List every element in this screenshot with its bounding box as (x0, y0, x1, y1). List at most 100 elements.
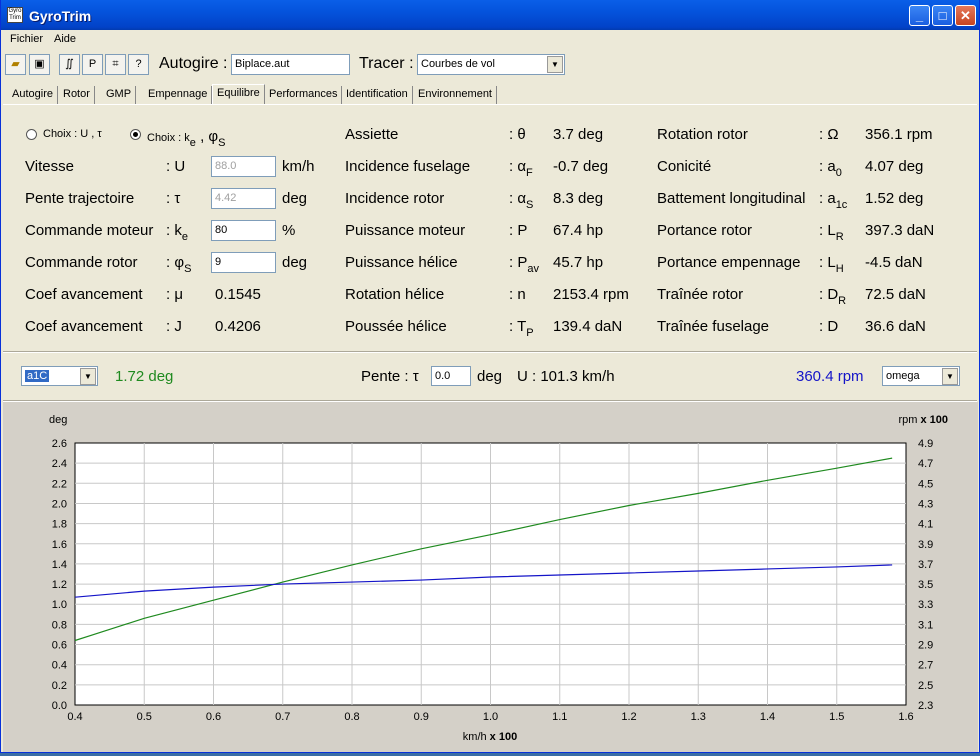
tab-autogire[interactable]: Autogire (8, 86, 58, 104)
col2-symbol-sub-2: S (526, 199, 534, 211)
col3-name-2: Battement longitudinal (657, 190, 806, 207)
col2-symbol-text-3: : P (509, 222, 528, 239)
col2-symbol-sub-6: P (526, 327, 534, 339)
col2-value-6: 139.4 daN (553, 318, 623, 335)
title-bar[interactable]: Gyro Trim GyroTrim _ □ ✕ (1, 0, 979, 30)
tracer-select[interactable]: Courbes de vol ▼ (417, 54, 565, 75)
autogire-file-input[interactable]: Biplace.aut (231, 54, 350, 75)
col3-symbol-3: : LR (819, 222, 844, 243)
maximize-button[interactable]: □ (932, 5, 953, 26)
col1-name-3: Commande moteur (25, 222, 154, 239)
y-right-tick-label: 4.5 (918, 478, 933, 490)
col1-symbol-sub-4: S (184, 263, 192, 275)
col3-symbol-text-4: : L (819, 254, 836, 271)
p-button[interactable]: P (82, 54, 103, 75)
y-right-tick-label: 2.3 (918, 700, 933, 712)
col3-symbol-sub-5: R (838, 295, 847, 307)
col1-unit-4: deg (282, 254, 308, 271)
y-left-tick-label: 1.8 (52, 519, 67, 531)
col3-name-5: Traînée rotor (657, 286, 744, 303)
col2-symbol-text-1: : α (509, 158, 527, 175)
col3-value-5: 72.5 daN (865, 286, 926, 303)
col3-symbol-sub-1: 0 (835, 167, 842, 179)
col3-symbol-1: : a0 (819, 158, 842, 179)
open-folder-icon[interactable]: ▰ (5, 54, 26, 75)
menu-fichier[interactable]: Fichier (10, 33, 43, 45)
col1-symbol-2: : τ (166, 190, 180, 207)
x-tick-label: 0.4 (67, 711, 82, 723)
toolbar: ▰ ▣ ∬ P ⌗ ? Autogire : Biplace.aut Trace… (2, 52, 978, 78)
col3-symbol-sub-2: 1c (835, 199, 848, 211)
col1-value-5: 0.1545 (215, 286, 261, 303)
col2-symbol-text-5: : n (509, 286, 526, 303)
tab-empennage[interactable]: Empennage (144, 86, 213, 104)
tab-performances[interactable]: Performances (265, 86, 343, 104)
tab-identification[interactable]: Identification (342, 86, 413, 104)
col2-value-1: -0.7 deg (553, 158, 609, 175)
y-left-tick-label: 1.2 (52, 579, 67, 591)
col3-symbol-sub-4: H (835, 263, 844, 275)
col3-symbol-text-2: : a (819, 190, 836, 207)
col2-name-4: Puissance hélice (345, 254, 458, 271)
col2-symbol-text-0: : θ (509, 126, 526, 143)
col3-value-1: 4.07 deg (865, 158, 924, 175)
col3-symbol-0: : Ω (819, 126, 839, 143)
save-icon[interactable]: ▣ (29, 54, 50, 75)
x-tick-label: 0.9 (414, 711, 429, 723)
y-right-axis-label: rpm x 100 (898, 414, 948, 426)
col2-symbol-text-4: : P (509, 254, 528, 271)
col3-value-2: 1.52 deg (865, 190, 924, 207)
chevron-down-icon[interactable]: ▼ (80, 368, 96, 385)
col1-symbol-1: : U (166, 158, 185, 175)
col1-input-2[interactable]: 4.42 (211, 188, 276, 209)
col1-symbol-3: : ke (166, 222, 188, 243)
axes-icon[interactable]: ⌗ (105, 54, 126, 75)
menu-aide[interactable]: Aide (54, 33, 76, 45)
col2-name-6: Poussée hélice (345, 318, 447, 335)
col2-value-0: 3.7 deg (553, 126, 604, 143)
x-tick-label: 0.7 (275, 711, 290, 723)
pente-label: Pente : τ (361, 368, 419, 385)
integral-icon[interactable]: ∬ (59, 54, 80, 75)
chevron-down-icon[interactable]: ▼ (942, 368, 958, 385)
col1-symbol-text-2: : τ (166, 190, 181, 207)
col2-value-3: 67.4 hp (553, 222, 604, 239)
tab-gmp[interactable]: GMP (102, 86, 137, 104)
col1-input-3[interactable]: 80 (211, 220, 276, 241)
col1-symbol-text-6: : J (166, 318, 182, 335)
col3-symbol-4: : LH (819, 254, 844, 275)
y-left-tick-label: 0.4 (52, 660, 67, 672)
flight-curves-chart[interactable]: 0.4 0.5 0.6 0.7 0.8 0.9 1.0 1.1 1.2 1.3 1.4 1.5 1.6 0… (3, 402, 978, 752)
y-right-tick-label: 2.5 (918, 680, 933, 692)
col1-name-5: Coef avancement (25, 286, 143, 303)
y-right-tick-label: 3.1 (918, 619, 933, 631)
col1-unit-2: deg (282, 190, 308, 207)
col1-input-4[interactable]: 9 (211, 252, 276, 273)
right-curve-select[interactable]: omega ▼ (882, 366, 960, 386)
tab-rotor[interactable]: Rotor (59, 86, 95, 104)
pente-input[interactable]: 0.0 (431, 366, 471, 386)
help-button[interactable]: ? (128, 54, 149, 75)
choice-u-tau-radio[interactable] (26, 129, 37, 140)
col1-symbol-text-1: : U (166, 158, 186, 175)
left-curve-select[interactable]: a1C ▼ (21, 366, 98, 386)
y-right-tick-label: 2.7 (918, 660, 933, 672)
close-button[interactable]: ✕ (955, 5, 976, 26)
y-right-tick-label: 4.1 (918, 519, 933, 531)
app-icon: Gyro Trim (7, 7, 23, 23)
col2-symbol-3: : P (509, 222, 527, 239)
y-right-tick-label: 3.9 (918, 539, 933, 551)
x-tick-label: 1.6 (898, 711, 913, 723)
col2-name-5: Rotation hélice (345, 286, 445, 303)
tab-environnement[interactable]: Environnement (414, 86, 497, 104)
col1-input-1[interactable]: 88.0 (211, 156, 276, 177)
x-tick-label: 0.6 (206, 711, 221, 723)
tab-equilibre[interactable]: Equilibre (212, 84, 265, 105)
y-right-tick-label: 4.7 (918, 458, 933, 470)
col2-value-5: 2153.4 rpm (553, 286, 629, 303)
y-left-tick-label: 2.2 (52, 478, 67, 490)
minimize-button[interactable]: _ (909, 5, 930, 26)
col3-value-3: 397.3 daN (865, 222, 935, 239)
chevron-down-icon[interactable]: ▼ (547, 56, 563, 73)
choice-ke-phis-radio[interactable] (130, 129, 141, 140)
